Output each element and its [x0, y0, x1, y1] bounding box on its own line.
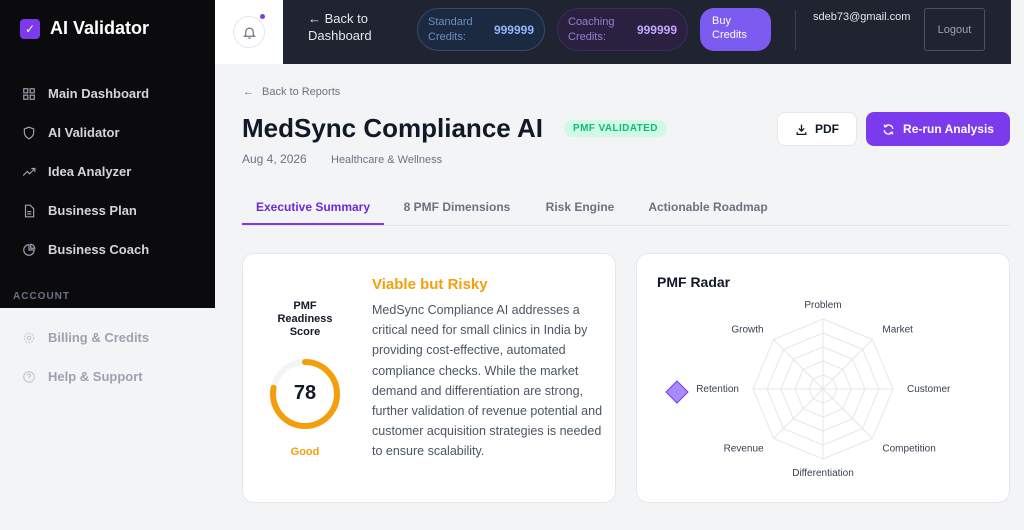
status-badge: PMF VALIDATED	[564, 120, 667, 137]
grid-icon	[23, 87, 35, 100]
help-icon	[23, 370, 35, 383]
sidebar-item-label: Idea Analyzer	[48, 164, 132, 179]
header-divider	[795, 10, 796, 50]
pmf-radar-card: PMF Radar Problem Market Customer Competiti…	[636, 253, 1010, 503]
coaching-credits-pill: Coaching Credits: 999999	[557, 8, 688, 51]
score-label: Good	[290, 446, 320, 458]
radar-axis-label: Revenue	[724, 443, 764, 454]
top-bar: ← Back to Dashboard Standard Credits: 99…	[283, 0, 1011, 64]
bell-icon	[242, 27, 256, 39]
report-category: Healthcare & Wellness	[331, 154, 443, 166]
radar-axis-label: Customer	[907, 384, 951, 395]
back-to-dashboard-link[interactable]: ← Back to Dashboard	[308, 10, 388, 44]
arrow-left-icon: ←	[243, 86, 254, 98]
standard-credits-value: 999999	[493, 22, 534, 37]
report-date: Aug 4, 2026	[242, 152, 307, 166]
sidebar-item-billing[interactable]: Billing & Credits	[22, 318, 149, 357]
sidebar-nav: Main Dashboard AI Validator Idea Analyze…	[22, 74, 149, 269]
sidebar-item-label: Main Dashboard	[48, 86, 150, 101]
radar-data-shape	[665, 380, 689, 404]
check-icon: ✓	[20, 18, 40, 39]
pie-icon	[23, 242, 36, 256]
rerun-analysis-label: Re-run Analysis	[903, 122, 994, 136]
download-icon	[796, 124, 807, 135]
buy-credits-button[interactable]: Buy Credits	[700, 8, 771, 51]
logout-button[interactable]: Logout	[924, 8, 985, 51]
radar-axis-label: Growth	[731, 325, 763, 336]
radar-axis-label: Differentiation	[792, 468, 854, 479]
tab-pmf-dimensions[interactable]: 8 PMF Dimensions	[392, 186, 522, 225]
notification-dot	[260, 14, 265, 19]
sidebar-item-label: Business Plan	[48, 203, 137, 218]
score-title: PMF Readiness Score	[277, 300, 333, 338]
sidebar-item-label: AI Validator	[48, 125, 120, 140]
sidebar-item-help[interactable]: Help & Support	[22, 357, 149, 396]
user-email: sdeb73@gmail.com	[813, 11, 911, 23]
back-to-reports-label: Back to Reports	[262, 86, 341, 98]
tab-executive-summary[interactable]: Executive Summary	[242, 186, 384, 225]
sidebar: ✓ AI Validator Main Dashboard AI Validat…	[0, 0, 215, 308]
radar-axis-label: Market	[882, 325, 913, 336]
coaching-credits-value: 999999	[636, 22, 677, 37]
tab-risk-engine[interactable]: Risk Engine	[536, 186, 624, 225]
standard-credits-pill: Standard Credits: 999999	[417, 8, 545, 51]
executive-summary-card: PMF Readiness Score 78 Good Viable but R…	[242, 253, 616, 503]
rerun-analysis-button[interactable]: Re-run Analysis	[866, 112, 1010, 146]
sidebar-item-idea-analyzer[interactable]: Idea Analyzer	[22, 152, 149, 191]
refresh-icon	[883, 123, 894, 135]
verdict-title: Viable but Risky	[372, 276, 488, 293]
section-label-account: ACCOUNT	[13, 291, 70, 302]
radar-axis-label: Retention	[696, 384, 739, 395]
page-title: MedSync Compliance AI	[242, 113, 543, 143]
document-icon	[24, 204, 35, 217]
brand[interactable]: ✓ AI Validator	[20, 18, 149, 39]
coaching-credits-label: Coaching Credits:	[568, 15, 615, 43]
notification-area	[215, 0, 283, 64]
sidebar-item-business-plan[interactable]: Business Plan	[22, 191, 149, 230]
pdf-button-label: PDF	[815, 122, 839, 136]
summary-text: MedSync Compliance AI addresses a critic…	[372, 303, 603, 459]
radar-chart: Problem Market Customer Competition Differen…	[665, 300, 951, 479]
back-to-reports-link[interactable]: ← Back to Reports	[243, 86, 340, 98]
shield-icon	[23, 126, 35, 139]
trend-icon	[22, 167, 36, 176]
sidebar-item-main-dashboard[interactable]: Main Dashboard	[22, 74, 149, 113]
sidebar-item-label: Business Coach	[48, 242, 150, 257]
score-value: 78	[293, 382, 317, 404]
report-tabs: Executive Summary 8 PMF Dimensions Risk …	[242, 186, 1010, 226]
pdf-button[interactable]: PDF	[777, 112, 857, 146]
sidebar-item-ai-validator[interactable]: AI Validator	[22, 113, 149, 152]
sidebar-account-nav: Billing & Credits Help & Support	[22, 318, 149, 396]
notification-button[interactable]	[233, 14, 265, 48]
standard-credits-label: Standard Credits:	[428, 15, 473, 43]
sidebar-item-label: Billing & Credits	[48, 330, 150, 345]
gear-icon	[23, 332, 35, 343]
tab-actionable-roadmap[interactable]: Actionable Roadmap	[638, 186, 778, 225]
sidebar-item-business-coach[interactable]: Business Coach	[22, 230, 149, 269]
sidebar-item-label: Help & Support	[48, 369, 143, 384]
radar-axis-label: Problem	[804, 300, 841, 311]
radar-axis-label: Competition	[882, 443, 935, 454]
brand-name: AI Validator	[50, 18, 150, 38]
